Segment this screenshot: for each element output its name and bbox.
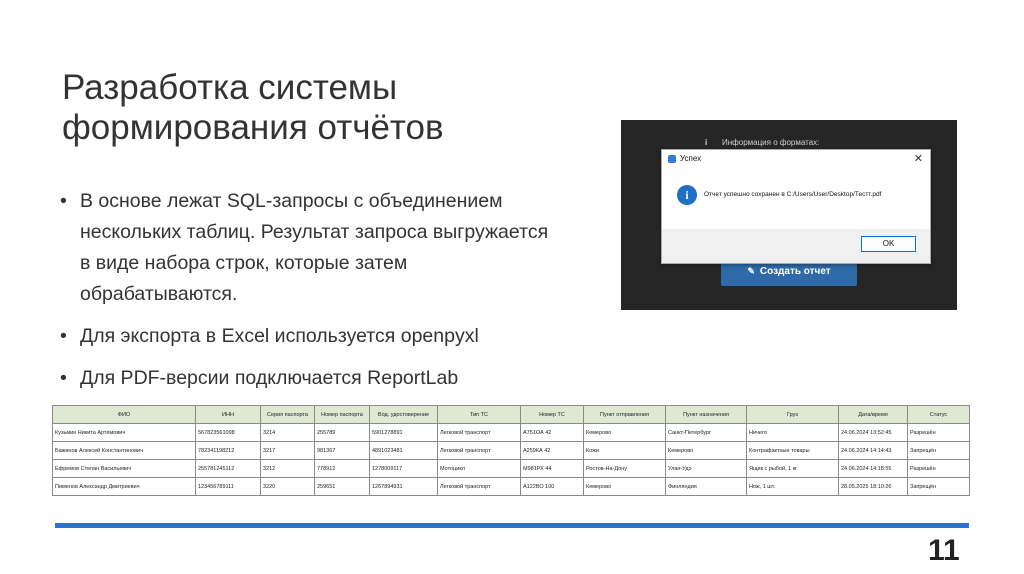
bullet-item: В основе лежат SQL-запросы с объединение… [60, 186, 560, 310]
table-cell: 981367 [314, 441, 370, 460]
title-line-1: Разработка системы [62, 68, 398, 107]
table-cell: Бажинов Алексей Константинович [52, 441, 196, 460]
table-cell: Кемерово [583, 477, 666, 496]
success-dialog: Успех ✕ i Отчет успешно сохранен в C:/Us… [661, 149, 931, 264]
table-cell: 255781245112 [195, 459, 261, 478]
table-cell: 1278009117 [369, 459, 438, 478]
table-cell: Легковой транспорт [437, 423, 521, 442]
info-icon: i [705, 138, 708, 147]
table-cell: Ростов-На-Дону [583, 459, 666, 478]
slide-title: Разработка системы формирования отчётов [62, 68, 582, 148]
column-header: ФИО [52, 405, 196, 424]
table-cell: Запрещён [907, 441, 970, 460]
table-cell: 782341198212 [195, 441, 261, 460]
dialog-footer: OK [662, 229, 930, 263]
table-cell: Кемерово [583, 423, 666, 442]
info-circle-icon: i [677, 185, 697, 205]
table-cell: 5901278891 [369, 423, 438, 442]
table-cell: 255789 [314, 423, 370, 442]
bullet-item: Для PDF-версии подключается ReportLab [60, 363, 560, 394]
table-cell: Разрешён [907, 459, 970, 478]
dialog-titlebar: Успех ✕ [662, 150, 930, 168]
info-label: Информация о форматах: [722, 138, 820, 147]
table-row: Пименов Александр Дмитриевич 12345678911… [52, 477, 970, 496]
column-header: Номер ТС [520, 405, 584, 424]
table-cell: 3214 [260, 423, 315, 442]
table-header-row: ФИО ИНН Серия паспорта Номер паспорта Во… [52, 405, 970, 424]
table-cell: 24.06.2024 14:14:43 [838, 441, 908, 460]
bullet-item: Для экспорта в Excel используется openpy… [60, 321, 560, 352]
table-cell: 567823561098 [195, 423, 261, 442]
column-header: Дата/время [838, 405, 908, 424]
table-cell: 123456789111 [195, 477, 261, 496]
footer-divider [55, 523, 969, 528]
column-header: Серия паспорта [260, 405, 315, 424]
table-cell: 24.06.2024 13:52:45 [838, 423, 908, 442]
table-cell: Санкт-Петербург [665, 423, 747, 442]
table-cell: А122ВО 100 [520, 477, 584, 496]
title-line-2: формирования отчётов [62, 108, 444, 147]
table-cell: Разрешён [907, 423, 970, 442]
table-cell: Кузьмин Никита Артёмович [52, 423, 196, 442]
table-cell: 24.06.2024 14:18:55 [838, 459, 908, 478]
table-cell: А259КА 42 [520, 441, 584, 460]
table-cell: Пименов Александр Дмитриевич [52, 477, 196, 496]
ok-button[interactable]: OK [861, 236, 916, 252]
table-cell: 28.05.2025 18:10:26 [838, 477, 908, 496]
pen-icon: ✎ [747, 265, 755, 276]
table-cell: Запрещён [907, 477, 970, 496]
table-cell: Мотоцикл [437, 459, 521, 478]
dialog-title: Успех [680, 154, 702, 163]
table-cell: Легковой транспорт [437, 441, 521, 460]
column-header: Статус [907, 405, 970, 424]
table-cell: Финляндия [665, 477, 747, 496]
table-row: Бажинов Алексей Константинович 782341198… [52, 441, 970, 460]
table-cell: 1267894931 [369, 477, 438, 496]
close-icon[interactable]: ✕ [914, 152, 923, 165]
column-header: Вод. удостоверение [369, 405, 438, 424]
table-cell: Нож, 1 шт. [746, 477, 839, 496]
page-number: 11 [928, 534, 960, 567]
report-table: ФИО ИНН Серия паспорта Номер паспорта Во… [52, 405, 970, 496]
table-cell: 3217 [260, 441, 315, 460]
app-screenshot: i Информация о форматах: ✎ Создать отчет… [621, 120, 957, 310]
column-header: Тип ТС [437, 405, 521, 424]
create-report-label: Создать отчет [759, 265, 831, 277]
column-header: Пункт отправления [583, 405, 666, 424]
table-cell: Улан-Удэ [665, 459, 747, 478]
app-icon [668, 155, 676, 163]
table-row: Кузьмин Никита Артёмович 567823561098 32… [52, 423, 970, 442]
dialog-body: i Отчет успешно сохранен в C:/Users/User… [662, 168, 930, 229]
table-cell: Легковой транспорт [437, 477, 521, 496]
table-cell: 259651 [314, 477, 370, 496]
bullet-list: В основе лежат SQL-запросы с объединение… [60, 186, 560, 405]
column-header: Номер паспорта [314, 405, 370, 424]
column-header: Пункт назначения [665, 405, 747, 424]
table-cell: А751ОА 42 [520, 423, 584, 442]
column-header: Груз [746, 405, 839, 424]
table-row: Ефремов Степан Васильевич 255781245112 3… [52, 459, 970, 478]
table-cell: М981РХ 44 [520, 459, 584, 478]
table-cell: Ящик с рыбой, 1 кг [746, 459, 839, 478]
table-cell: 3212 [260, 459, 315, 478]
table-cell: Кемерово [665, 441, 747, 460]
table-cell: 778912 [314, 459, 370, 478]
table-cell: Ефремов Степан Васильевич [52, 459, 196, 478]
table-cell: 3220 [260, 477, 315, 496]
table-cell: Контрафактные товары [746, 441, 839, 460]
dialog-message: Отчет успешно сохранен в C:/Users/User/D… [704, 191, 882, 198]
table-cell: Кожи [583, 441, 666, 460]
table-cell: 4891023481 [369, 441, 438, 460]
column-header: ИНН [195, 405, 261, 424]
table-cell: Ничего [746, 423, 839, 442]
